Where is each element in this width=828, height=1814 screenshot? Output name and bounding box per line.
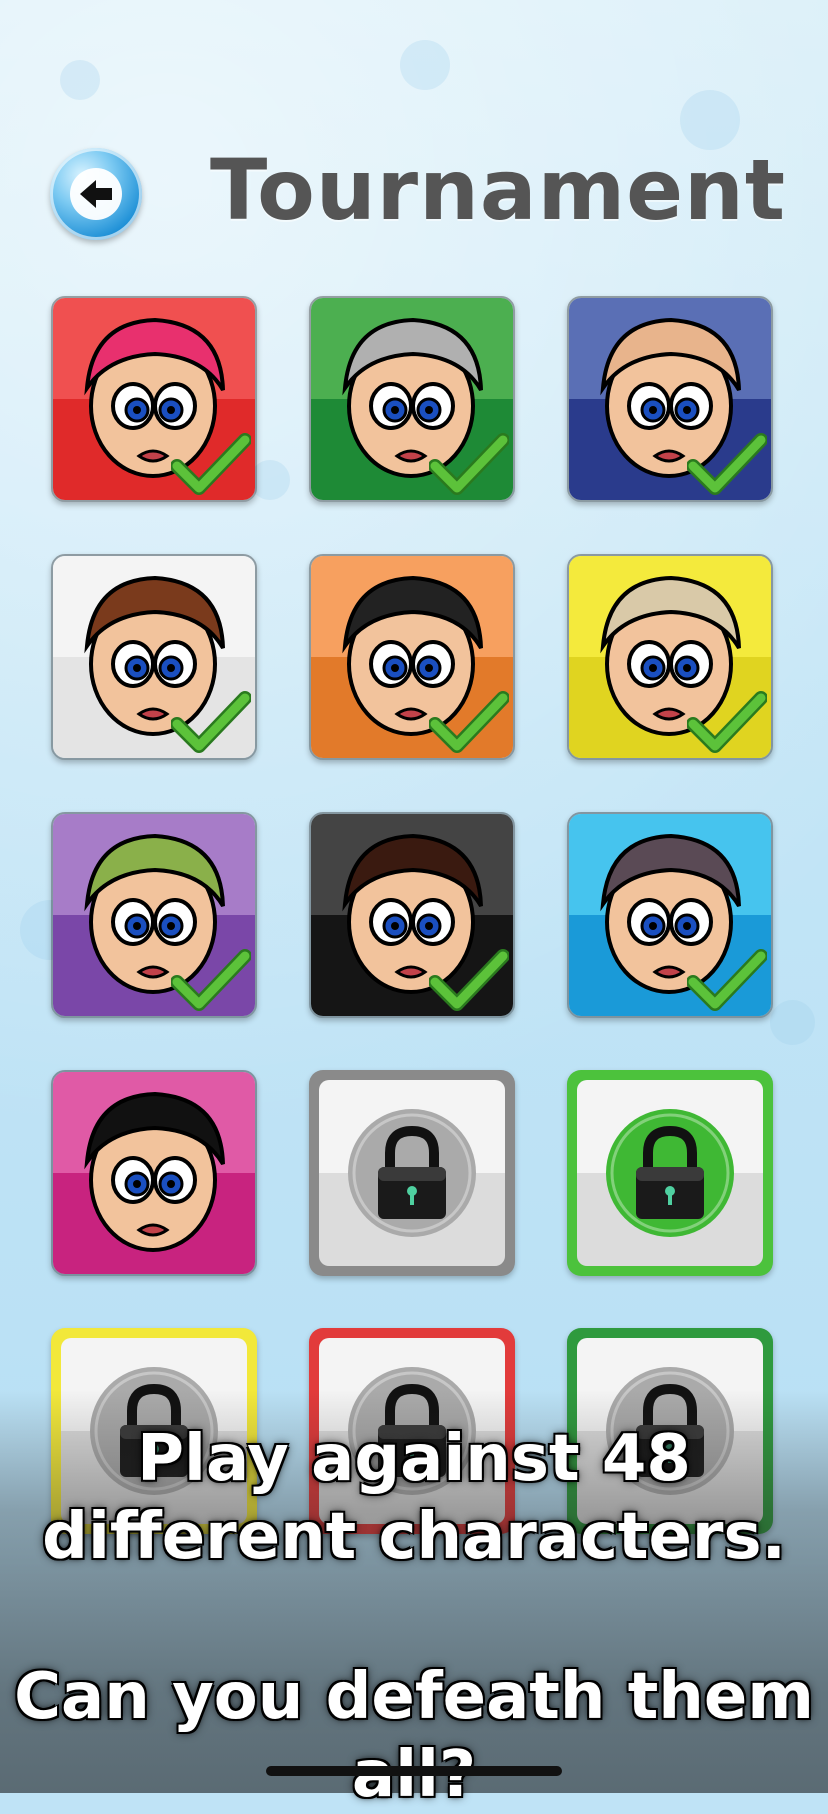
promo-line-2: different characters.: [42, 1500, 786, 1574]
checkmark-icon: [687, 433, 767, 495]
checkmark-icon: [171, 433, 251, 495]
back-button[interactable]: [50, 148, 142, 240]
checkmark-icon: [429, 949, 509, 1011]
character-tile[interactable]: [567, 812, 773, 1018]
lock-panel: [577, 1080, 763, 1266]
locked-character-tile[interactable]: [567, 1070, 773, 1276]
character-tile[interactable]: [309, 554, 515, 760]
checkmark-icon: [429, 691, 509, 753]
home-indicator[interactable]: [266, 1766, 562, 1776]
promo-text: Play against 48 different characters.: [0, 1420, 828, 1576]
checkmark-icon: [687, 949, 767, 1011]
character-tile[interactable]: [567, 554, 773, 760]
character-tile[interactable]: [51, 1070, 257, 1276]
lock-badge: [602, 1105, 738, 1241]
back-arrow-icon: [70, 168, 122, 220]
character-face-icon: [84, 1091, 225, 1252]
locked-character-tile[interactable]: [309, 1070, 515, 1276]
character-tile[interactable]: [51, 812, 257, 1018]
lock-panel: [319, 1080, 505, 1266]
checkmark-icon: [171, 691, 251, 753]
character-tile[interactable]: [51, 296, 257, 502]
promo-question: Can you defeath them all?: [14, 1660, 814, 1812]
promo-line-1: Play against 48: [137, 1422, 691, 1496]
character-tile[interactable]: [51, 554, 257, 760]
padlock-icon: [348, 1109, 476, 1237]
lock-badge: [344, 1105, 480, 1241]
character-tile[interactable]: [309, 296, 515, 502]
character-tile[interactable]: [567, 296, 773, 502]
checkmark-icon: [429, 433, 509, 495]
checkmark-icon: [687, 691, 767, 753]
checkmark-icon: [171, 949, 251, 1011]
page-title: Tournament: [210, 141, 787, 239]
character-tile[interactable]: [309, 812, 515, 1018]
padlock-icon: [606, 1109, 734, 1237]
